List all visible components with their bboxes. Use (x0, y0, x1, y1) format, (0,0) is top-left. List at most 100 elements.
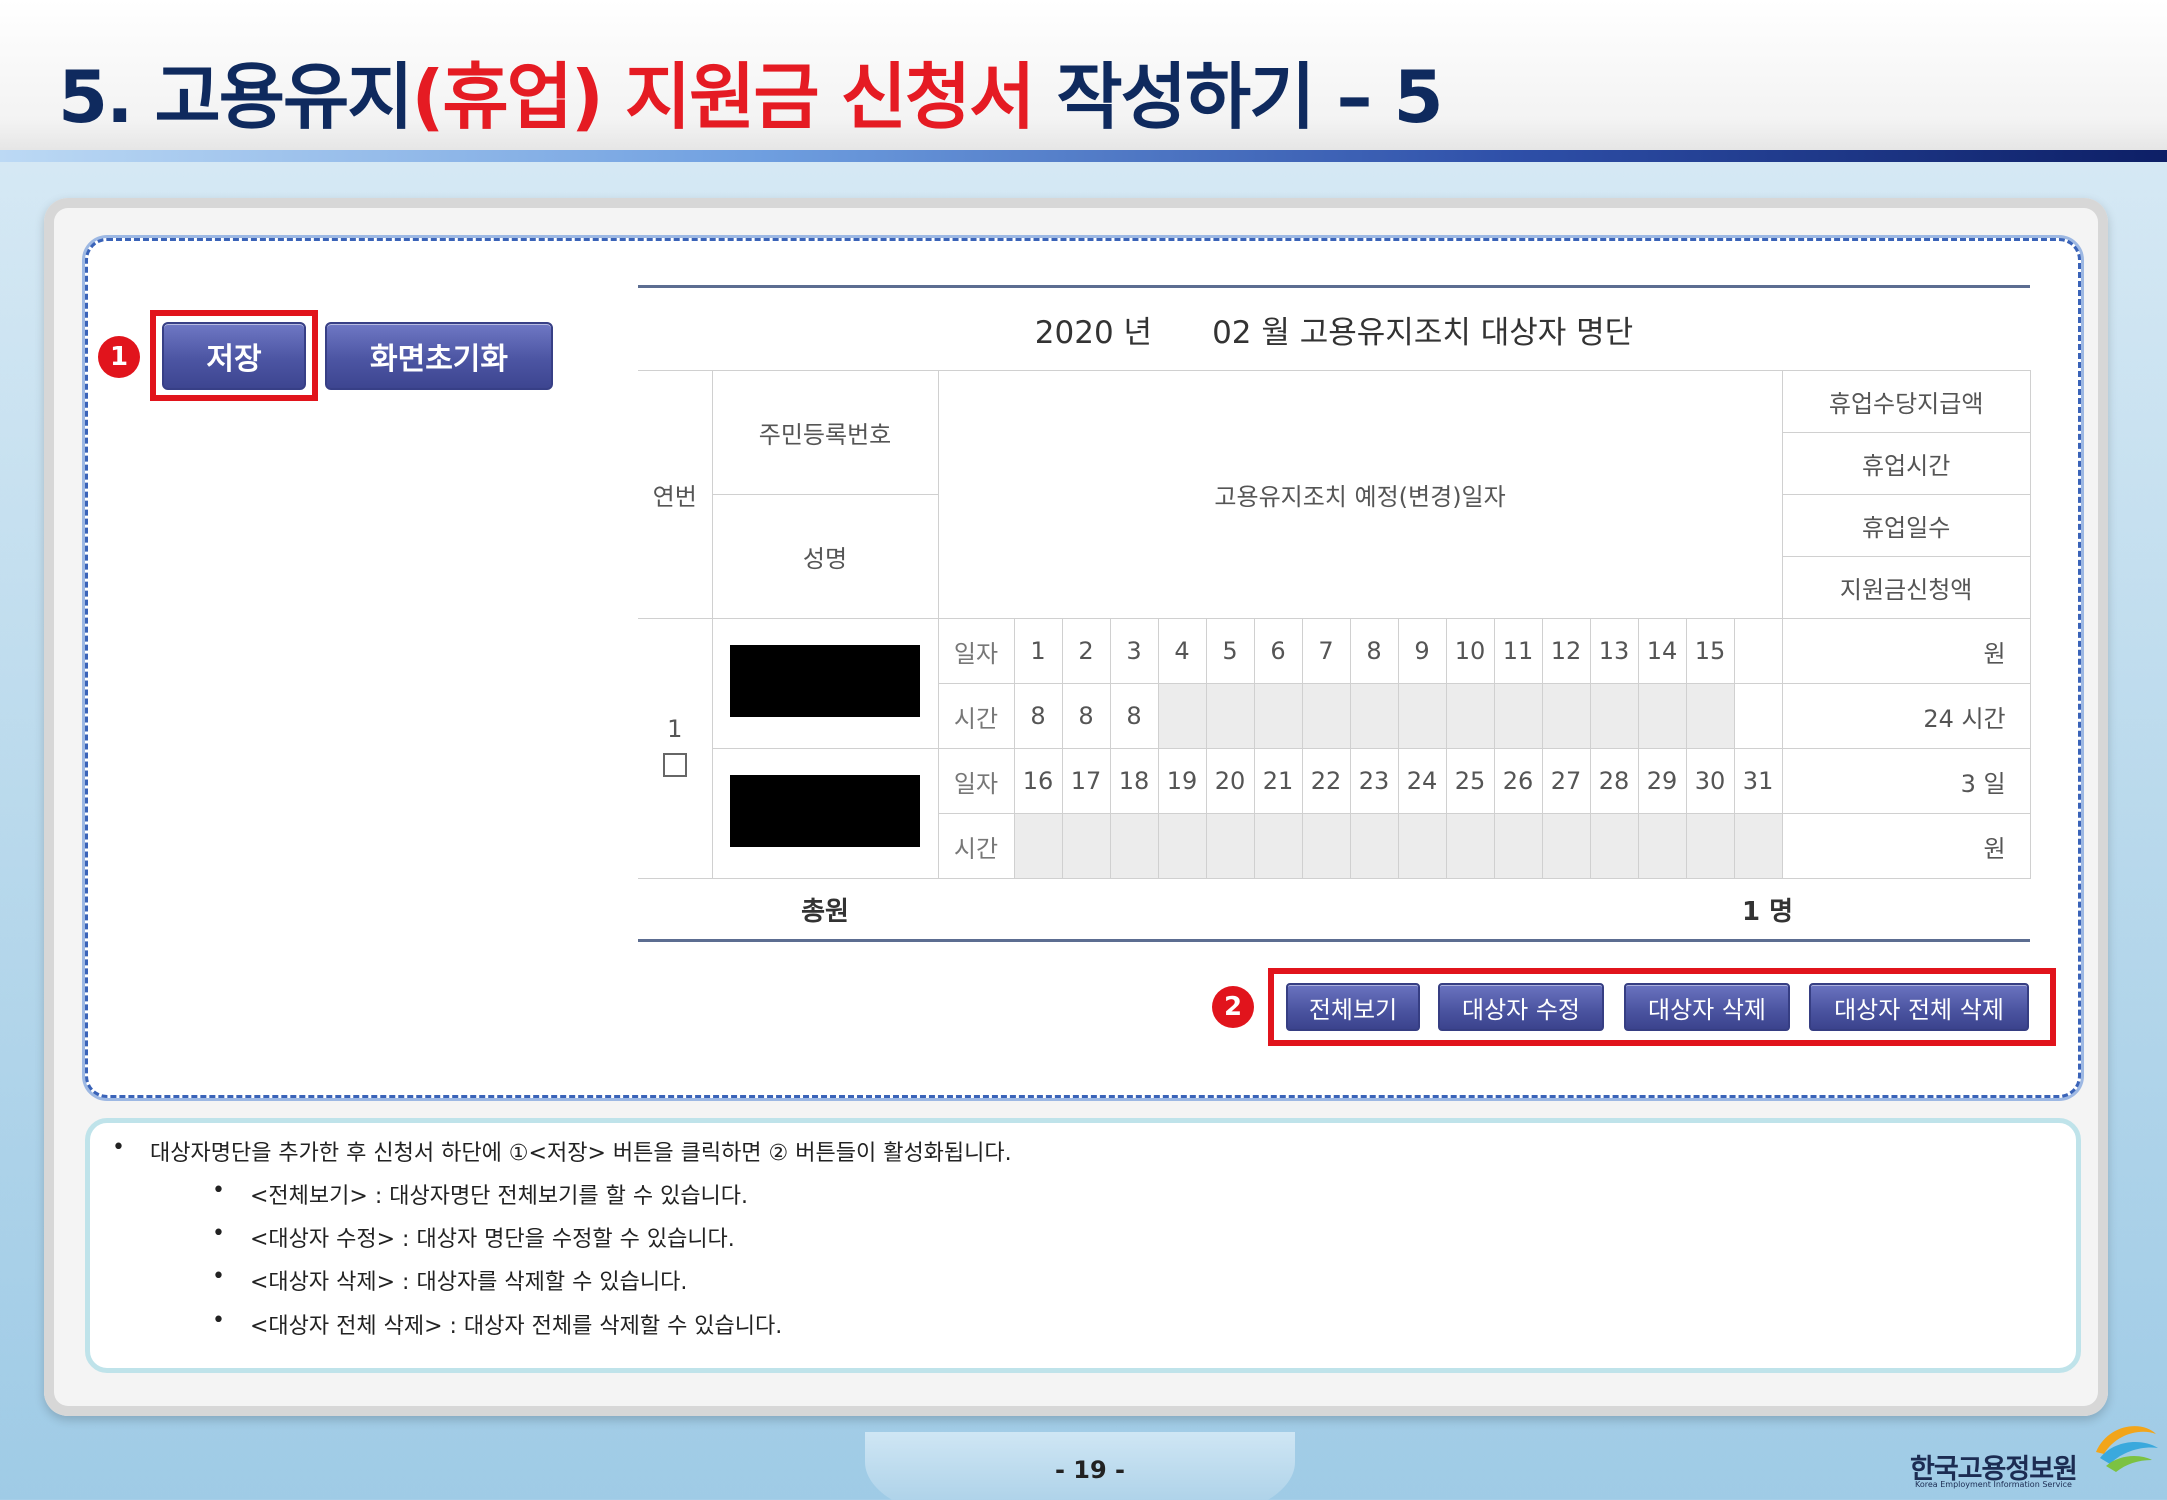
hour-cell-hours2-10 (1445, 813, 1495, 879)
bullet-main: • (112, 1135, 125, 1160)
hour-cell-hours2-2 (1061, 813, 1111, 879)
header-rule (0, 150, 2167, 162)
total-label: 총원 (712, 878, 938, 942)
label-day-2: 일자 (937, 748, 1015, 814)
hour-cell-hours2-5 (1205, 813, 1255, 879)
view-all-button[interactable]: 전체보기 (1286, 983, 1420, 1031)
day-cell-days1-5: 5 (1205, 618, 1255, 684)
hour-cell-hours2-14 (1637, 813, 1687, 879)
rrn-cell (711, 618, 939, 749)
hour-cell-hours1-7 (1301, 683, 1351, 749)
hour-cell-hours1-5 (1205, 683, 1255, 749)
day-cell-days1-9: 9 (1397, 618, 1447, 684)
day-cell-days2-9: 24 (1397, 748, 1447, 814)
hour-cell-hours2-1 (1013, 813, 1063, 879)
step-badge-1: 1 (98, 336, 140, 378)
header-seq: 연번 (638, 370, 713, 619)
roster-caption: 2020 년 02 월 고용유지조치 대상자 명단 (638, 285, 2030, 370)
header-days: 휴업일수 (1781, 494, 2031, 557)
reset-screen-button[interactable]: 화면초기화 (325, 322, 553, 390)
title-part-1: 5. 고용유지 (58, 55, 413, 139)
title-part-3: 작성하기 – 5 (1033, 55, 1443, 139)
hour-cell-hours2-7 (1301, 813, 1351, 879)
bullet-3: • (212, 1264, 225, 1289)
hour-cell-hours2-8 (1349, 813, 1399, 879)
title-part-2: (휴업) 지원금 신청서 (411, 55, 1035, 139)
hour-cell-hours2-11 (1493, 813, 1543, 879)
day-cell-days1-12: 12 (1541, 618, 1591, 684)
step-badge-2: 2 (1212, 986, 1254, 1028)
edit-target-button[interactable]: 대상자 수정 (1438, 983, 1604, 1031)
hour-cell-hours2-9 (1397, 813, 1447, 879)
hour-cell-hours1-8 (1349, 683, 1399, 749)
total-value: 1 명 (1734, 878, 2031, 942)
note-item-edit: <대상자 수정> : 대상자 명단을 수정할 수 있습니다. (250, 1227, 735, 1252)
day-cell-days1-4: 4 (1157, 618, 1207, 684)
save-button[interactable]: 저장 (162, 322, 306, 390)
label-time-1: 시간 (937, 683, 1015, 749)
slide-title: 5. 고용유지(휴업) 지원금 신청서 작성하기 – 5 (58, 38, 1444, 143)
hour-cell-hours1-6 (1253, 683, 1303, 749)
hour-cell-hours2-3 (1109, 813, 1159, 879)
day-cell-days2-8: 23 (1349, 748, 1399, 814)
hour-cell-hours1-10 (1445, 683, 1495, 749)
hour-cell-hours1-14 (1637, 683, 1687, 749)
day-cell-days1-8: 8 (1349, 618, 1399, 684)
hour-cell-hours1-13 (1589, 683, 1639, 749)
hour-cell-hours1-12 (1541, 683, 1591, 749)
header-dates: 고용유지조치 예정(변경)일자 (937, 370, 1783, 619)
day-cell-days2-4: 19 (1157, 748, 1207, 814)
day-cell-days1-15: 15 (1685, 618, 1735, 684)
day-cell-days1-11: 11 (1493, 618, 1543, 684)
row-seq: 1 (667, 714, 683, 743)
day-cell-days2-10: 25 (1445, 748, 1495, 814)
hour-cell-hours1-2: 8 (1061, 683, 1111, 749)
day-cell-days2-15: 30 (1685, 748, 1735, 814)
hour-cell-hours2-6 (1253, 813, 1303, 879)
day-cell-days2-7: 22 (1301, 748, 1351, 814)
total-spacer-2 (938, 878, 1734, 942)
total-spacer (638, 878, 712, 942)
header-rrn: 주민등록번호 (711, 370, 939, 495)
caption-year: 2020 년 (1034, 314, 1153, 351)
day-cell-days2-1: 16 (1013, 748, 1063, 814)
hour-cell-hours1-16 (1733, 683, 1783, 749)
hour-cell-hours2-4 (1157, 813, 1207, 879)
header-name: 성명 (711, 494, 939, 619)
amount-value: 원 (1781, 813, 2031, 879)
hour-cell-hours1-9 (1397, 683, 1447, 749)
row-seq-cell: 1 (638, 618, 713, 879)
day-cell-days1-1: 1 (1013, 618, 1063, 684)
days-value: 3 일 (1781, 748, 2031, 814)
hour-cell-hours2-13 (1589, 813, 1639, 879)
bullet-2: • (212, 1221, 225, 1246)
slide-header: 5. 고용유지(휴업) 지원금 신청서 작성하기 – 5 (0, 0, 2167, 150)
delete-target-button[interactable]: 대상자 삭제 (1624, 983, 1790, 1031)
label-time-2: 시간 (937, 813, 1015, 879)
delete-all-targets-button[interactable]: 대상자 전체 삭제 (1809, 983, 2029, 1031)
allowance-value: 원 (1781, 618, 2031, 684)
note-item-delete: <대상자 삭제> : 대상자를 삭제할 수 있습니다. (250, 1270, 688, 1295)
note-item-delete-all: <대상자 전체 삭제> : 대상자 전체를 삭제할 수 있습니다. (250, 1314, 783, 1339)
header-amount: 지원금신청액 (1781, 556, 2031, 619)
note-item-view-all: <전체보기> : 대상자명단 전체보기를 할 수 있습니다. (250, 1184, 749, 1209)
day-cell-days2-12: 27 (1541, 748, 1591, 814)
day-cell-days2-11: 26 (1493, 748, 1543, 814)
day-cell-days1-7: 7 (1301, 618, 1351, 684)
hour-cell-hours1-4 (1157, 683, 1207, 749)
header-hours: 휴업시간 (1781, 432, 2031, 495)
row-checkbox[interactable] (662, 752, 687, 777)
roster-table: 연번 주민등록번호 고용유지조치 예정(변경)일자 휴업수당지급액 휴업시간 성… (638, 370, 2031, 942)
day-cell-days2-13: 28 (1589, 748, 1639, 814)
hour-cell-hours2-16 (1733, 813, 1783, 879)
day-cell-days1-16 (1733, 618, 1783, 684)
bullet-1: • (212, 1178, 225, 1203)
day-cell-days2-6: 21 (1253, 748, 1303, 814)
day-cell-days2-2: 17 (1061, 748, 1111, 814)
hours-value: 24 시간 (1781, 683, 2031, 749)
redacted-rrn (730, 644, 920, 717)
label-day-1: 일자 (937, 618, 1015, 684)
day-cell-days1-10: 10 (1445, 618, 1495, 684)
hour-cell-hours2-15 (1685, 813, 1735, 879)
header-allowance: 휴업수당지급액 (1781, 370, 2031, 433)
